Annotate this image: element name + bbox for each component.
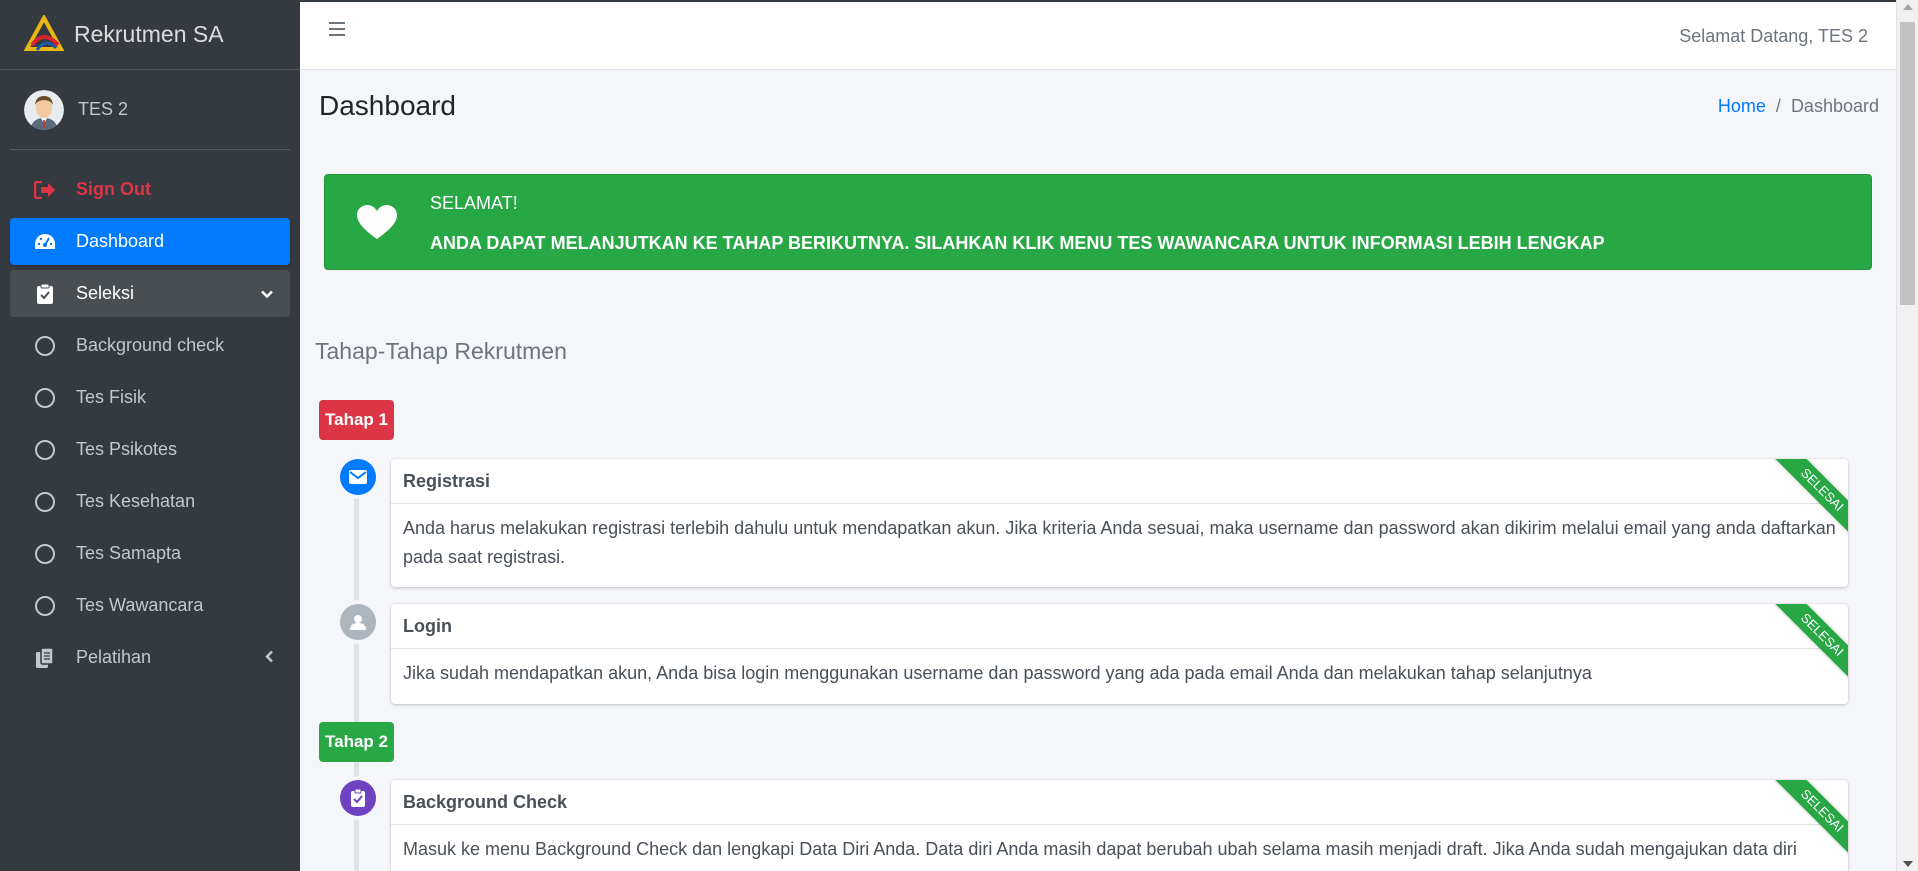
timeline-card-body: Jika sudah mendapatkan akun, Anda bisa l…	[403, 663, 1592, 683]
circle-icon	[34, 439, 56, 461]
page-title: Dashboard	[319, 90, 456, 121]
sidebar-item-label: Tes Wawancara	[76, 595, 204, 615]
clipboard-check-icon	[340, 780, 376, 816]
timeline-card-title: Background Check	[391, 780, 1848, 825]
sidebar: Rekrutmen SA TES 2 Sign Out Dashboard Se…	[0, 0, 300, 871]
timeline-card-login: Login Jika sudah mendapatkan akun, Anda …	[391, 604, 1848, 704]
sidebar-item-label: Background check	[76, 335, 225, 355]
timeline-card-registrasi: Registrasi Anda harus melakukan registra…	[391, 459, 1848, 587]
sidebar-item-background-check[interactable]: Background check	[10, 322, 290, 369]
breadcrumb-home-link[interactable]: Home	[1718, 96, 1766, 117]
clipboard-check-icon	[34, 283, 56, 305]
chevron-down-icon	[260, 283, 274, 304]
sidebar-item-label: Dashboard	[76, 231, 165, 251]
circle-icon	[34, 543, 56, 565]
scroll-up-arrow-icon[interactable]	[1903, 4, 1913, 10]
user-avatar-icon	[24, 89, 64, 130]
timeline-label-tahap-2: Tahap 2	[319, 722, 394, 762]
circle-icon	[34, 387, 56, 409]
sidebar-item-tes-samapta[interactable]: Tes Samapta	[10, 530, 290, 577]
section-title: Tahap-Tahap Rekrutmen	[315, 338, 567, 364]
breadcrumb-current: Dashboard	[1790, 96, 1879, 116]
success-alert: SELAMAT! ANDA DAPAT MELANJUTKAN KE TAHAP…	[324, 174, 1872, 270]
brand-name: Rekrutmen SA	[74, 21, 224, 47]
circle-icon	[34, 491, 56, 513]
sidebar-item-dashboard[interactable]: Dashboard	[10, 218, 290, 265]
timeline-card-title: Login	[391, 604, 1848, 649]
user-panel[interactable]: TES 2	[10, 70, 290, 150]
heart-icon	[357, 205, 397, 239]
sidebar-item-seleksi[interactable]: Seleksi	[10, 270, 290, 317]
timeline-card-title: Registrasi	[391, 459, 1848, 504]
sign-out-icon	[34, 179, 56, 201]
sidebar-item-label: Seleksi	[76, 283, 135, 303]
circle-icon	[34, 335, 56, 357]
user-icon	[340, 604, 376, 640]
sidebar-item-tes-wawancara[interactable]: Tes Wawancara	[10, 582, 290, 629]
timeline-card-background-check: Background Check Masuk ke menu Backgroun…	[391, 780, 1848, 871]
top-navbar: Selamat Datang, TES 2	[300, 0, 1896, 70]
tachometer-icon	[34, 231, 56, 253]
sidebar-item-sign-out[interactable]: Sign Out	[10, 166, 290, 213]
chevron-left-icon	[264, 647, 274, 668]
alert-title: SELAMAT!	[430, 193, 518, 213]
timeline-card-body: Masuk ke menu Background Check dan lengk…	[403, 839, 1797, 859]
scroll-thumb[interactable]	[1900, 22, 1915, 305]
sidebar-item-label: Tes Psikotes	[76, 439, 178, 459]
sidebar-item-label: Tes Fisik	[76, 387, 147, 407]
sidebar-item-tes-kesehatan[interactable]: Tes Kesehatan	[10, 478, 290, 525]
brand-link[interactable]: Rekrutmen SA	[0, 0, 300, 70]
circle-icon	[34, 595, 56, 617]
content-header: Dashboard Home / Dashboard	[300, 70, 1896, 140]
brand-logo-icon	[24, 14, 64, 51]
hamburger-menu-icon[interactable]	[328, 20, 346, 38]
welcome-text: Selamat Datang, TES 2	[1679, 26, 1868, 46]
vertical-scrollbar[interactable]	[1896, 0, 1918, 871]
sidebar-item-tes-psikotes[interactable]: Tes Psikotes	[10, 426, 290, 473]
sidebar-item-label: Sign Out	[76, 179, 151, 199]
copy-icon	[34, 647, 56, 669]
alert-text: ANDA DAPAT MELANJUTKAN KE TAHAP BERIKUTN…	[430, 233, 1605, 253]
breadcrumb: Home / Dashboard	[1718, 96, 1879, 117]
breadcrumb-separator: /	[1775, 96, 1781, 116]
sidebar-item-label: Tes Samapta	[76, 543, 182, 563]
timeline-label-tahap-1: Tahap 1	[319, 400, 394, 440]
sidebar-item-label: Pelatihan	[76, 647, 152, 667]
timeline-card-body: Anda harus melakukan registrasi terlebih…	[403, 518, 1836, 567]
envelope-icon	[340, 459, 376, 495]
sidebar-item-pelatihan[interactable]: Pelatihan	[10, 634, 290, 681]
sidebar-nav: Sign Out Dashboard Seleksi Background ch…	[0, 150, 300, 681]
avatar	[24, 89, 64, 130]
sidebar-item-tes-fisik[interactable]: Tes Fisik	[10, 374, 290, 421]
user-name: TES 2	[78, 99, 129, 119]
sidebar-item-label: Tes Kesehatan	[76, 491, 196, 511]
scroll-down-arrow-icon[interactable]	[1903, 861, 1913, 867]
